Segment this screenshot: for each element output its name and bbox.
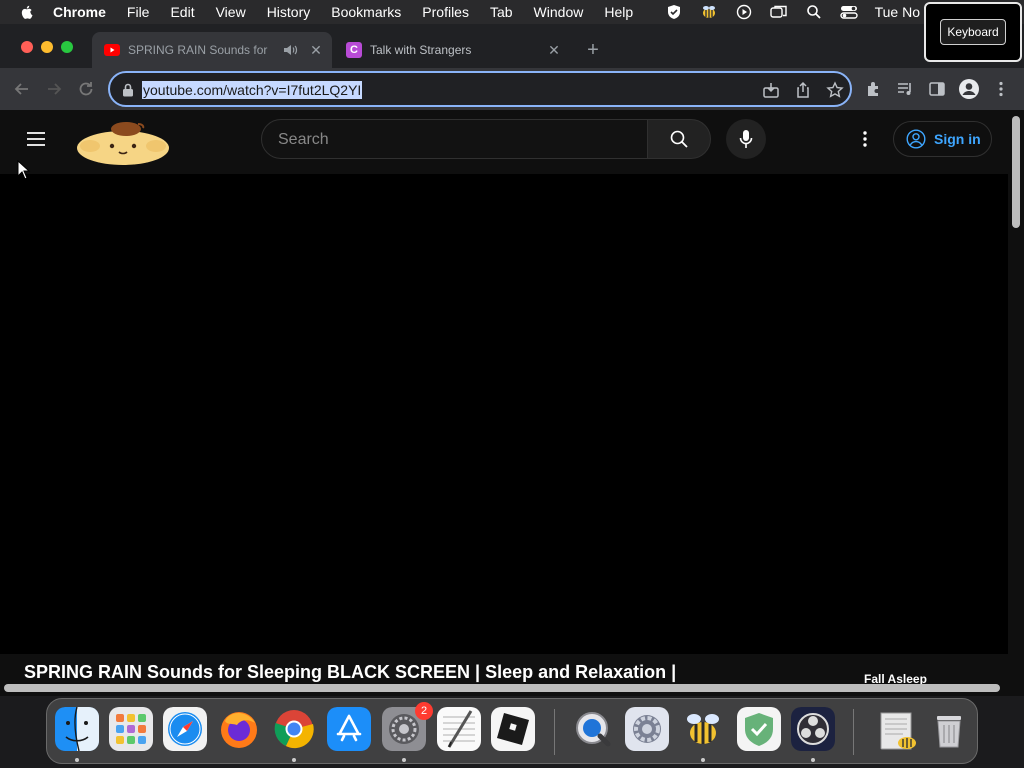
youtube-icon — [104, 42, 120, 58]
search-box[interactable] — [261, 119, 648, 159]
app-store-icon[interactable] — [327, 707, 371, 751]
chrome-menu-icon[interactable] — [994, 80, 1008, 98]
notification-badge: 2 — [415, 702, 433, 720]
adguard-icon[interactable] — [737, 707, 781, 751]
trash-icon[interactable] — [927, 707, 971, 751]
minimize-window-button[interactable] — [41, 41, 53, 53]
share-icon[interactable] — [794, 81, 812, 99]
menu-history[interactable]: History — [267, 4, 311, 20]
sign-in-button[interactable]: Sign in — [893, 121, 992, 157]
google-chrome-icon[interactable] — [272, 707, 316, 751]
bee-icon[interactable] — [700, 4, 718, 20]
speaker-icon[interactable] — [282, 43, 298, 57]
bookmark-star-icon[interactable] — [826, 81, 844, 99]
more-options-icon[interactable] — [855, 129, 875, 149]
roblox-icon[interactable] — [491, 707, 535, 751]
forward-arrow-icon[interactable] — [44, 79, 64, 99]
dock-separator — [853, 709, 854, 755]
menu-edit[interactable]: Edit — [170, 4, 194, 20]
microphone-icon — [739, 130, 753, 148]
scrollbar-thumb[interactable] — [1012, 116, 1020, 228]
apple-icon[interactable] — [19, 4, 35, 20]
running-indicator — [701, 758, 705, 762]
close-tab-icon[interactable]: ✕ — [546, 42, 562, 58]
pompompurin-logo[interactable] — [74, 118, 172, 166]
settings-gear-icon[interactable] — [625, 707, 669, 751]
tab-youtube[interactable]: SPRING RAIN Sounds for ✕ — [92, 32, 332, 68]
search-icon — [670, 130, 688, 148]
menu-file[interactable]: File — [127, 4, 150, 20]
media-control-icon[interactable] — [896, 80, 914, 98]
obs-icon[interactable] — [791, 707, 835, 751]
downloads-stack-icon[interactable] — [877, 707, 921, 751]
firefox-icon[interactable] — [217, 707, 261, 751]
bee-app-icon[interactable] — [681, 707, 725, 751]
vertical-scrollbar[interactable] — [1008, 110, 1024, 690]
chatroom-c-icon: C — [346, 42, 362, 58]
macos-menu-bar: Chrome File Edit View History Bookmarks … — [0, 0, 1024, 24]
mouse-pointer-icon — [17, 160, 31, 180]
video-title: SPRING RAIN Sounds for Sleeping BLACK SC… — [24, 662, 677, 682]
menu-tab[interactable]: Tab — [490, 4, 513, 20]
control-center-icon[interactable] — [839, 4, 858, 20]
tab-title: SPRING RAIN Sounds for — [128, 43, 268, 57]
keyboard-overlay: Keyboard — [924, 2, 1022, 62]
dock-separator — [554, 709, 555, 755]
running-indicator — [402, 758, 406, 762]
search-button[interactable] — [647, 119, 711, 159]
running-indicator — [75, 758, 79, 762]
menu-bar-clock[interactable]: Tue No — [875, 4, 920, 20]
menu-bookmarks[interactable]: Bookmarks — [331, 4, 401, 20]
tab-title: Talk with Strangers — [370, 43, 472, 57]
reload-icon[interactable] — [76, 79, 96, 99]
running-indicator — [811, 758, 815, 762]
address-bar[interactable]: youtube.com/watch?v=I7fut2LQ2YI — [108, 71, 852, 107]
profile-avatar-icon[interactable] — [958, 78, 980, 100]
side-panel-icon[interactable] — [928, 80, 946, 98]
shield-check-icon[interactable] — [665, 4, 683, 20]
account-circle-icon — [906, 129, 926, 149]
running-indicator — [292, 758, 296, 762]
menu-window[interactable]: Window — [534, 4, 584, 20]
screen: Chrome File Edit View History Bookmarks … — [0, 0, 1024, 768]
close-window-button[interactable] — [21, 41, 33, 53]
menu-view[interactable]: View — [216, 4, 246, 20]
menu-profiles[interactable]: Profiles — [422, 4, 469, 20]
play-circle-icon[interactable] — [735, 4, 753, 20]
close-tab-icon[interactable]: ✕ — [308, 42, 324, 58]
macos-dock: 2 — [46, 698, 978, 764]
lock-icon[interactable] — [122, 83, 134, 97]
quicktime-icon[interactable] — [571, 707, 615, 751]
new-tab-button[interactable]: + — [584, 40, 602, 60]
spotlight-search-icon[interactable] — [805, 4, 823, 20]
tab-talk-with-strangers[interactable]: C Talk with Strangers ✕ — [334, 32, 570, 68]
voice-search-button[interactable] — [726, 119, 766, 159]
extensions-puzzle-icon[interactable] — [865, 80, 883, 98]
keyboard-button[interactable]: Keyboard — [940, 19, 1006, 45]
finder-icon[interactable] — [55, 707, 99, 751]
horizontal-scrollbar[interactable] — [4, 684, 1000, 692]
zoom-window-button[interactable] — [61, 41, 73, 53]
browser-toolbar: youtube.com/watch?v=I7fut2LQ2YI — [0, 68, 1024, 110]
windows-icon[interactable] — [769, 4, 788, 20]
back-arrow-icon[interactable] — [12, 79, 32, 99]
launchpad-icon[interactable] — [109, 707, 153, 751]
safari-icon[interactable] — [163, 707, 207, 751]
address-bar-url[interactable]: youtube.com/watch?v=I7fut2LQ2YI — [142, 81, 363, 99]
search-input[interactable] — [278, 130, 618, 150]
youtube-page: Sign in SPRING RAIN Sounds for Sleeping … — [0, 110, 1024, 696]
video-player[interactable] — [0, 174, 1008, 654]
hamburger-menu-icon[interactable] — [26, 131, 46, 147]
menu-help[interactable]: Help — [604, 4, 633, 20]
sign-in-label: Sign in — [934, 131, 981, 147]
textedit-icon[interactable] — [437, 707, 481, 751]
menu-app-name[interactable]: Chrome — [53, 4, 106, 20]
browser-tab-strip: SPRING RAIN Sounds for ✕ C Talk with Str… — [0, 24, 1024, 68]
install-app-icon[interactable] — [762, 81, 780, 99]
